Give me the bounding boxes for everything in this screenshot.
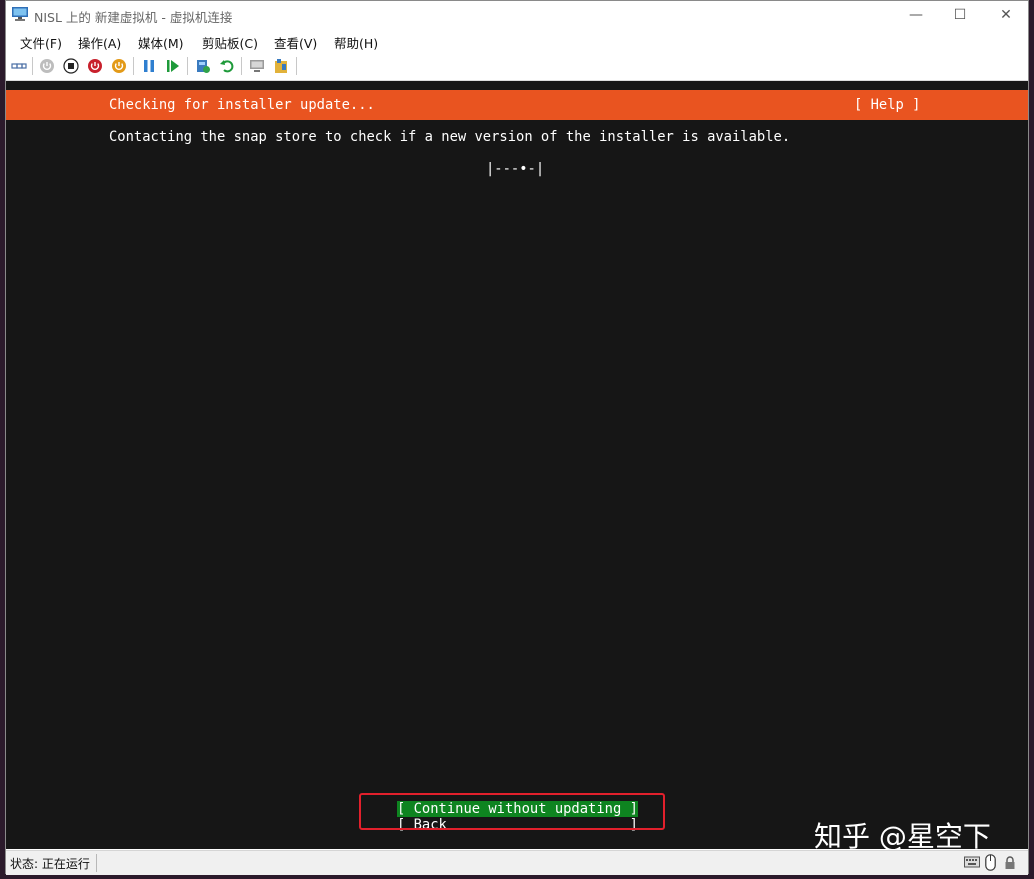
keyboard-icon bbox=[964, 856, 980, 868]
vm-status-text: 状态: 正在运行 bbox=[10, 857, 90, 871]
mouse-icon bbox=[985, 854, 996, 871]
maximize-button[interactable]: ☐ bbox=[946, 5, 974, 25]
toolbar-separator bbox=[187, 57, 188, 75]
zhihu-watermark: 知乎 @星空下 bbox=[814, 820, 991, 849]
reset-icon[interactable] bbox=[165, 58, 181, 74]
shut-down-icon[interactable] bbox=[87, 58, 103, 74]
close-button[interactable]: ✕ bbox=[992, 5, 1020, 25]
status-divider bbox=[96, 854, 97, 872]
minimize-button[interactable]: — bbox=[902, 5, 930, 25]
toolbar-separator bbox=[241, 57, 242, 75]
highlight-annotation-box bbox=[359, 793, 665, 830]
help-button[interactable]: [ Help ] bbox=[854, 97, 920, 113]
vm-connection-window: NISL 上的 新建虚拟机 - 虚拟机连接 — ☐ ✕ 文件(F) 操作(A) … bbox=[5, 0, 1029, 875]
menu-media[interactable]: 媒体(M) bbox=[138, 33, 184, 52]
pause-icon[interactable] bbox=[141, 58, 157, 74]
checkpoint-icon[interactable] bbox=[195, 58, 211, 74]
enhanced-session-icon[interactable] bbox=[249, 58, 265, 74]
lock-icon bbox=[1005, 856, 1015, 869]
title-bar[interactable]: NISL 上的 新建虚拟机 - 虚拟机连接 — ☐ ✕ bbox=[6, 1, 1028, 29]
revert-icon[interactable] bbox=[219, 58, 235, 74]
start-icon[interactable] bbox=[39, 58, 55, 74]
installer-header-title: Checking for installer update... bbox=[109, 97, 375, 113]
menu-help[interactable]: 帮助(H) bbox=[334, 33, 378, 52]
menu-action[interactable]: 操作(A) bbox=[78, 33, 121, 52]
progress-spinner: |---•-| bbox=[486, 161, 545, 177]
toolbar-separator bbox=[133, 57, 134, 75]
toolbar bbox=[6, 53, 1028, 81]
save-icon[interactable] bbox=[111, 58, 127, 74]
installer-status-message: Contacting the snap store to check if a … bbox=[109, 129, 791, 145]
menu-clipboard[interactable]: 剪贴板(C) bbox=[202, 33, 258, 52]
share-icon[interactable] bbox=[273, 58, 289, 74]
menu-bar: 文件(F) 操作(A) 媒体(M) 剪贴板(C) 查看(V) 帮助(H) bbox=[6, 30, 1028, 52]
toolbar-separator bbox=[296, 57, 297, 75]
toolbar-separator bbox=[32, 57, 33, 75]
menu-view[interactable]: 查看(V) bbox=[274, 33, 317, 52]
vm-console-screen[interactable]: Checking for installer update... [ Help … bbox=[6, 81, 1028, 849]
turn-off-icon[interactable] bbox=[63, 58, 79, 74]
window-title: NISL 上的 新建虚拟机 - 虚拟机连接 bbox=[34, 10, 233, 25]
installer-header-bar: Checking for installer update... [ Help … bbox=[6, 90, 1028, 120]
ctrl-alt-del-icon[interactable] bbox=[11, 58, 27, 74]
menu-file[interactable]: 文件(F) bbox=[20, 33, 62, 52]
status-bar: 状态: 正在运行 bbox=[6, 850, 1028, 875]
vm-connection-app-icon bbox=[12, 7, 28, 21]
